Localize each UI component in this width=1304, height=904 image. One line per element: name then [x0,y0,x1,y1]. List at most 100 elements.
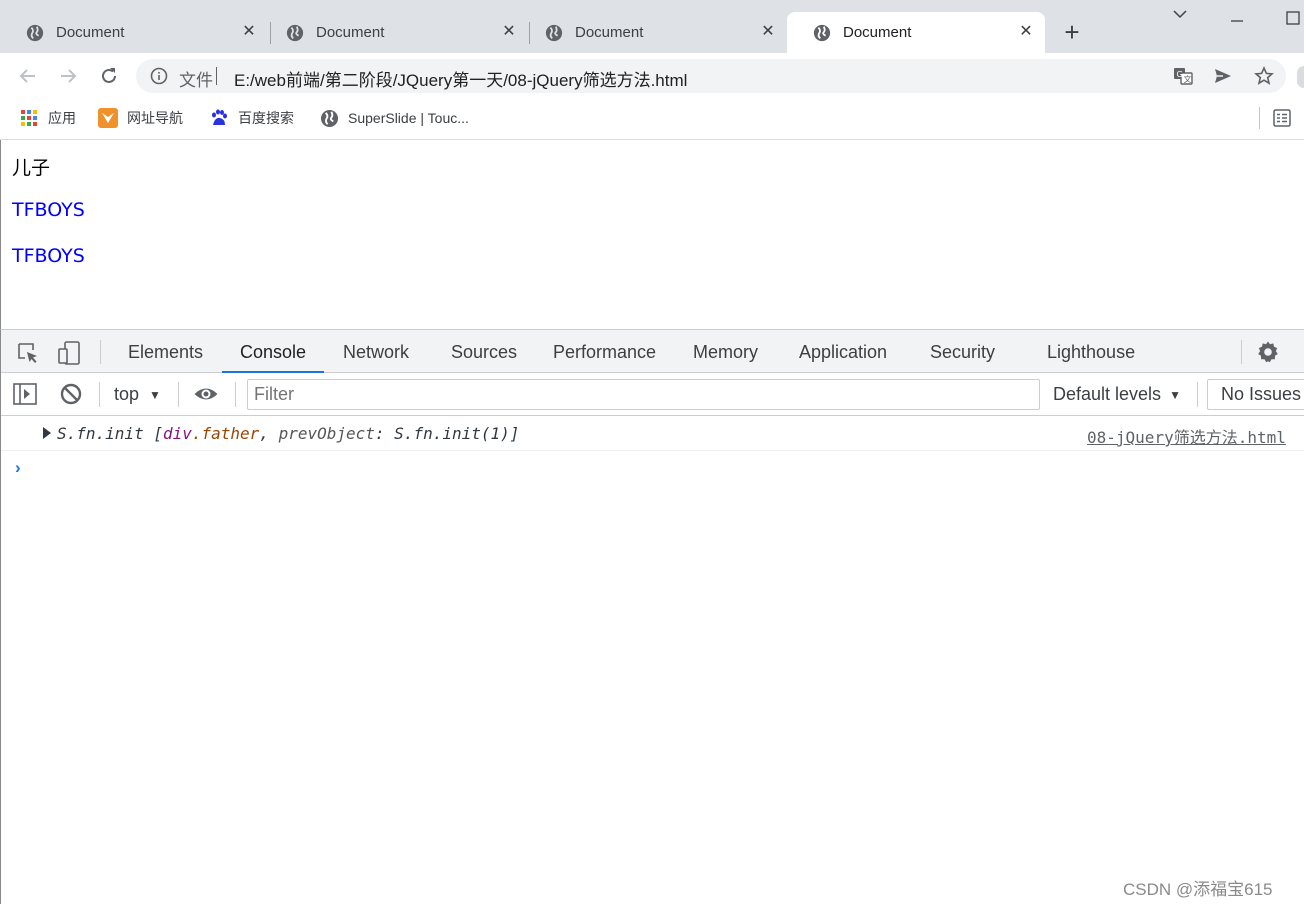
toolbar-divider [178,382,179,407]
close-icon[interactable]: ✕ [240,23,258,41]
tfboys-paragraph: TFBOYS [12,245,85,267]
back-button[interactable] [16,64,40,88]
tab-title: Document [575,24,644,41]
dropdown-caret-icon: ▼ [149,387,161,402]
execution-context-selector[interactable]: top ▼ [114,384,161,405]
device-toolbar-icon[interactable] [56,340,82,366]
tab-title: Document [56,24,125,41]
son-paragraph: 儿子 [12,157,51,179]
globe-icon [26,24,44,41]
msg-key: prevObject [278,424,375,443]
apps-grid-icon [19,108,39,128]
devtools-tab-console[interactable]: Console [222,330,325,373]
url-text[interactable]: E:/web前端/第二阶段/JQuery第一天/08-jQuery筛选方法.ht… [234,66,687,91]
bookmark-apps[interactable]: 应用 [19,108,76,128]
devtools-tab-security[interactable]: Security [930,330,995,373]
bookmark-star-icon[interactable] [1254,66,1274,86]
devtools-tab-network[interactable]: Network [343,330,409,373]
devtools-divider [1241,340,1242,364]
browser-tab-4-active[interactable]: Document ✕ [787,12,1045,53]
maximize-button[interactable] [1286,11,1300,30]
bookmark-label: 百度搜索 [238,110,294,126]
console-filter-input[interactable] [247,379,1040,410]
sidebar-toggle-icon[interactable] [12,381,38,407]
send-icon[interactable] [1213,66,1233,86]
forward-arrow-icon [61,69,77,83]
page-viewport: 儿子 TFBOYS TFBOYS [0,140,1304,329]
reload-button[interactable] [97,64,121,88]
svg-text:文: 文 [1184,74,1192,84]
forward-button[interactable] [56,64,80,88]
browser-tab-3[interactable]: Document ✕ [519,12,787,53]
tab-strip: Document ✕ Document ✕ Document ✕ Documen… [0,0,1304,53]
msg-separator: , [259,424,279,443]
reload-icon [102,68,116,83]
bookmark-baidu[interactable]: 百度搜索 [209,108,294,128]
console-toolbar: top ▼ Default levels ▼ No Issues [1,373,1304,416]
devtools-divider [100,340,101,364]
tab-search-chevron-icon[interactable] [1172,6,1188,27]
settings-gear-icon[interactable] [1256,340,1280,369]
browser-tab-1[interactable]: Document ✕ [0,12,268,53]
bookmark-label: 应用 [48,110,76,126]
globe-icon [319,108,339,128]
dropdown-caret-icon: ▼ [1169,387,1181,402]
new-tab-button[interactable]: + [1060,19,1084,45]
address-bar[interactable]: 文件 E:/web前端/第二阶段/JQuery第一天/08-jQuery筛选方法… [136,59,1286,93]
baidu-paw-icon [209,108,229,128]
omnibox-divider [216,67,217,85]
devtools-tab-sources[interactable]: Sources [451,330,517,373]
inspect-element-icon[interactable] [15,340,41,366]
toolbar-divider [99,382,100,407]
issues-button[interactable]: No Issues [1207,379,1304,410]
close-icon[interactable]: ✕ [500,23,518,41]
close-icon[interactable]: ✕ [1017,23,1035,41]
reading-list-icon[interactable] [1272,108,1292,133]
browser-tab-2[interactable]: Document ✕ [260,12,528,53]
msg-class: .father [191,424,260,443]
devtools-tab-performance[interactable]: Performance [553,330,656,373]
bookmark-nav[interactable]: 网址导航 [98,108,183,128]
context-label: top [114,384,140,404]
live-expression-eye-icon[interactable] [193,381,219,407]
clear-console-icon[interactable] [58,381,84,407]
msg-prefix: S.fn.init [ [57,424,163,443]
bookmarks-bar: 应用 网址导航 百度搜索 SuperSlide | Touc... [0,99,1304,140]
profile-button[interactable] [1297,66,1304,88]
watermark: CSDN @添福宝615 [1123,880,1273,899]
devtools-tab-lighthouse[interactable]: Lighthouse [1047,330,1135,373]
devtools-tab-memory[interactable]: Memory [693,330,758,373]
browser-toolbar: 文件 E:/web前端/第二阶段/JQuery第一天/08-jQuery筛选方法… [0,53,1304,99]
devtools-tab-bar: Elements Console Network Sources Performance… [1,330,1304,373]
msg-tag: div [162,424,192,443]
tab-title: Document [843,24,912,41]
log-levels-dropdown[interactable]: Default levels ▼ [1053,384,1181,405]
globe-icon [545,24,563,41]
console-message-text[interactable]: S.fn.init [div.father, prevObject: S.fn.… [57,424,519,443]
bookmark-label: SuperSlide | Touc... [348,110,469,126]
close-icon[interactable]: ✕ [759,23,777,41]
globe-icon [813,24,831,41]
toolbar-divider [235,382,236,407]
minimize-button[interactable] [1230,10,1244,28]
devtools-tab-application[interactable]: Application [799,330,887,373]
console-prompt[interactable]: › [15,458,21,478]
info-icon[interactable] [150,67,168,85]
globe-icon [286,24,304,41]
translate-icon[interactable]: G文 [1173,66,1193,86]
bookmark-superslide[interactable]: SuperSlide | Touc... [319,108,469,128]
msg-rest: : S.fn.init(1)] [374,424,520,443]
devtools-panel: Elements Console Network Sources Performance… [0,329,1304,904]
expand-triangle-icon[interactable] [43,427,51,439]
tab-title: Document [316,24,385,41]
devtools-tab-elements[interactable]: Elements [128,330,203,373]
bookmarks-divider [1259,107,1260,129]
security-label[interactable]: 文件 [179,66,213,91]
console-log-entry[interactable]: S.fn.init [div.father, prevObject: S.fn.… [1,416,1304,451]
tfboys-paragraph: TFBOYS [12,199,85,221]
toolbar-divider [1197,382,1198,407]
source-link[interactable]: 08-jQuery筛选方法.html [1087,424,1286,448]
levels-label: Default levels [1053,384,1162,404]
bookmark-label: 网址导航 [127,110,183,126]
nav-arrow-icon [98,108,118,128]
